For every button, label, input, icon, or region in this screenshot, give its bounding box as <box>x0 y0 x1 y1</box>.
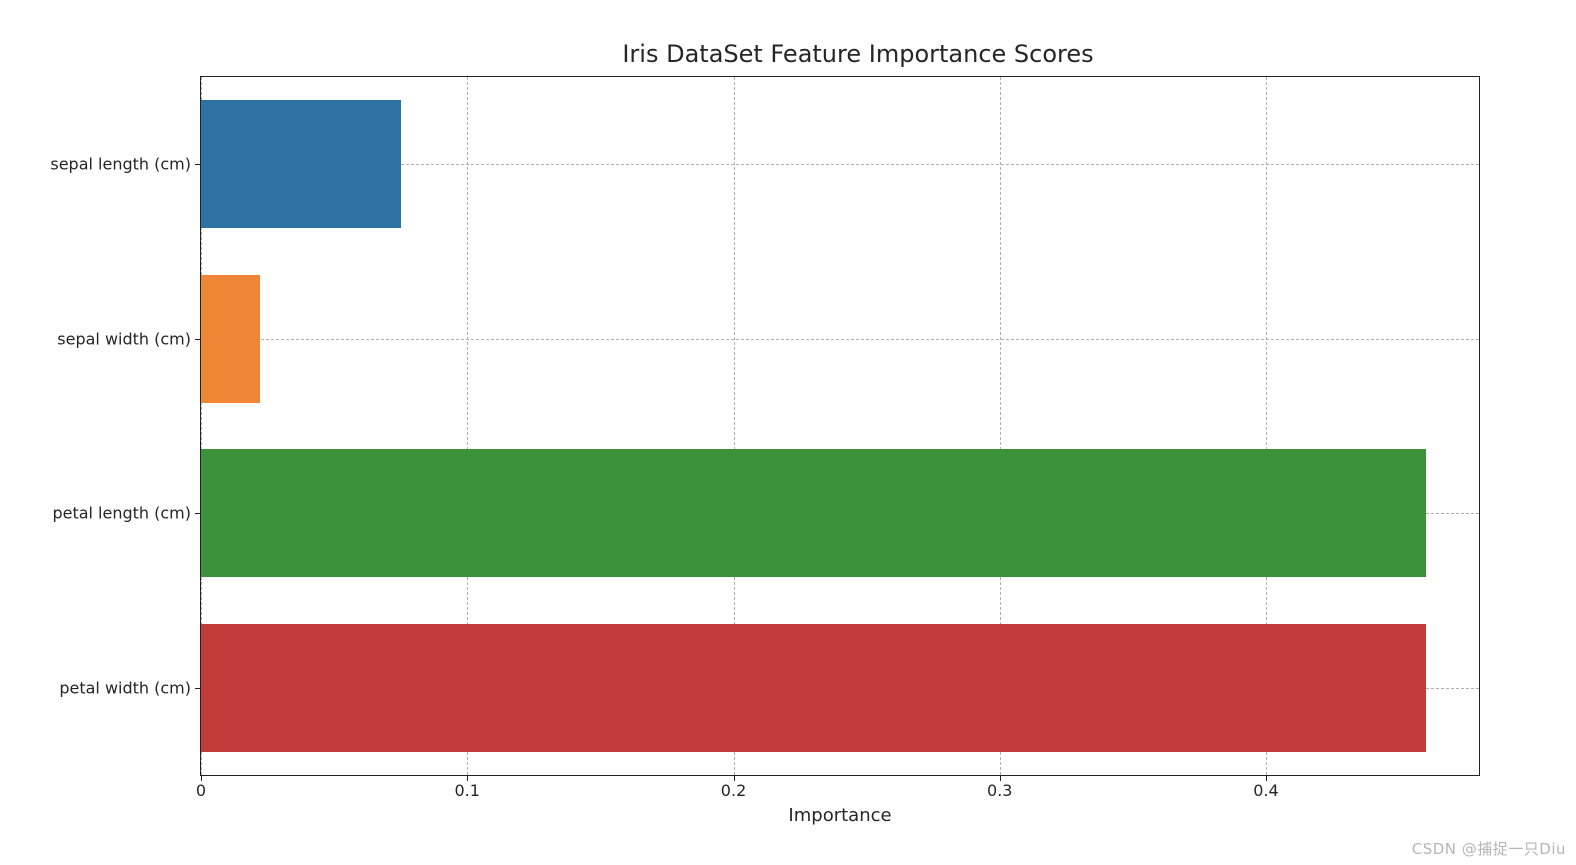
plot-area: 0 0.1 0.2 0.3 0.4 sepal length (cm) sepa… <box>200 76 1480 776</box>
chart-container: Iris DataSet Feature Importance Scores 0… <box>50 40 1526 830</box>
ytick-label: petal width (cm) <box>59 678 201 697</box>
xtick-label: 0.4 <box>1253 775 1278 800</box>
ytick-label: sepal width (cm) <box>57 329 201 348</box>
xtick-label: 0.2 <box>721 775 746 800</box>
xtick-label: 0.3 <box>987 775 1012 800</box>
bar-sepal-width <box>201 275 260 403</box>
chart-title: Iris DataSet Feature Importance Scores <box>120 40 1576 68</box>
x-axis-label: Importance <box>788 775 891 826</box>
ytick-label: petal length (cm) <box>52 504 201 523</box>
bar-petal-width <box>201 624 1426 752</box>
xtick-label: 0.1 <box>454 775 479 800</box>
gridline-h <box>201 339 1479 340</box>
ytick-label: sepal length (cm) <box>50 155 201 174</box>
watermark-text: CSDN @捕捉一只Diu <box>1412 838 1566 859</box>
bar-sepal-length <box>201 100 401 228</box>
bar-petal-length <box>201 449 1426 577</box>
xtick-label: 0 <box>196 775 206 800</box>
